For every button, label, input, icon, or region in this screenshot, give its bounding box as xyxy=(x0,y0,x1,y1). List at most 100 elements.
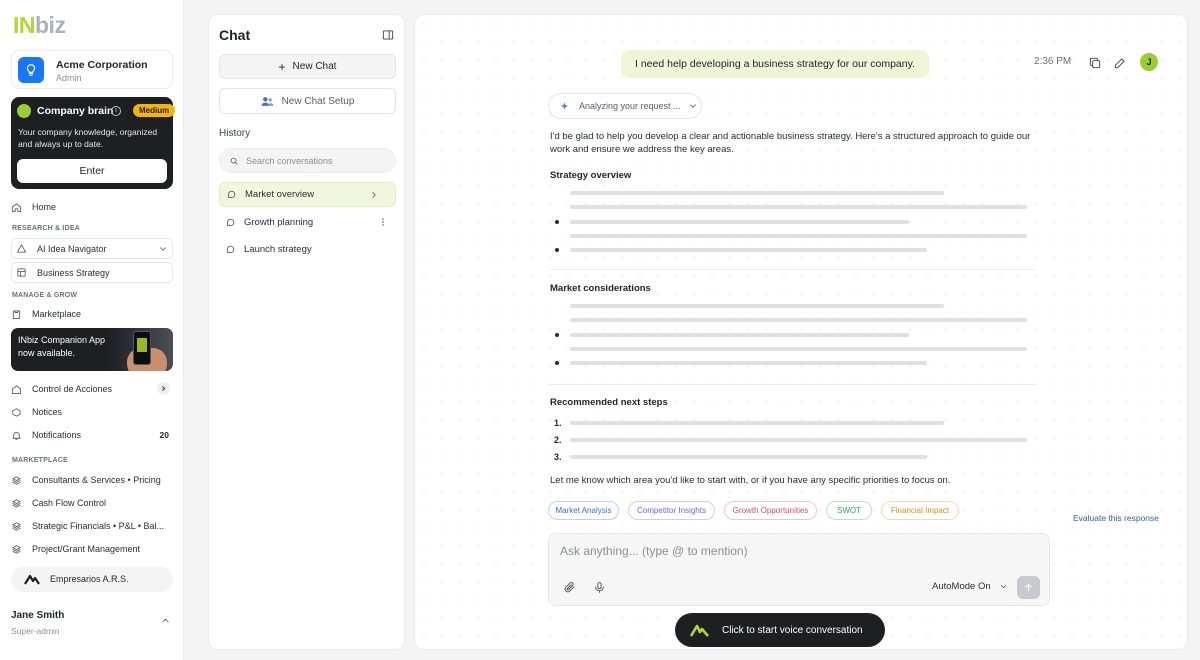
stack-icon xyxy=(12,498,21,508)
divider xyxy=(550,384,1036,385)
nav-consultants[interactable]: Consultants & Services • Pricing xyxy=(11,470,161,490)
placeholder-line xyxy=(570,205,1027,209)
automode-label: AutoMode On xyxy=(932,581,991,592)
analyzing-label: Analyzing your request ... xyxy=(579,101,681,111)
user-avatar[interactable]: J xyxy=(1140,53,1158,71)
send-button[interactable] xyxy=(1017,576,1040,599)
section-manage: MANAGE & GROW xyxy=(12,292,78,299)
suggestion-chip-market-analysis[interactable]: Market Analysis xyxy=(548,501,619,520)
suggestion-chip-growth-opportunities[interactable]: Growth Opportunities xyxy=(724,501,817,520)
copy-icon[interactable] xyxy=(1088,56,1102,70)
edit-icon[interactable] xyxy=(1113,56,1127,70)
new-chat-button[interactable]: + New Chat xyxy=(219,54,396,79)
assistant-intro: I'd be glad to help you develop a clear … xyxy=(550,131,1031,155)
user-message: I need help developing a business strate… xyxy=(621,50,929,78)
chevron-up-icon[interactable] xyxy=(160,615,171,626)
nav-control-acciones[interactable]: Control de Acciones xyxy=(11,379,173,399)
chevron-down-icon xyxy=(160,247,166,251)
placeholder-line xyxy=(570,220,909,224)
voice-label: Click to start voice conversation xyxy=(722,624,863,636)
step-number: 1. xyxy=(554,418,562,428)
assistant-outro: Let me know which area you'd like to sta… xyxy=(550,475,951,486)
nav-notifications[interactable]: Notifications 20 xyxy=(11,425,173,445)
nav-business-strategy-label: Business Strategy xyxy=(37,267,110,278)
history-item-label: Growth planning xyxy=(244,217,314,228)
section-research: RESEARCH & IDEA xyxy=(12,225,80,232)
automode-dropdown[interactable]: AutoMode On xyxy=(932,581,1008,592)
mountain-logo-icon xyxy=(24,574,40,585)
message-input[interactable] xyxy=(560,544,1020,558)
history-search[interactable] xyxy=(219,148,396,173)
chat-panel-title: Chat xyxy=(219,27,251,43)
nav-cashflow-label: Cash Flow Control xyxy=(32,498,107,508)
bell-icon xyxy=(12,431,21,440)
history-heading: History xyxy=(219,128,251,139)
user-role: Super-admin xyxy=(11,626,60,636)
users-icon xyxy=(261,96,274,106)
microphone-icon[interactable] xyxy=(593,581,606,594)
composer: AutoMode On xyxy=(548,533,1050,606)
history-item[interactable]: Launch strategy xyxy=(219,237,396,262)
search-icon xyxy=(230,157,238,165)
step-number: 3. xyxy=(554,452,562,462)
evaluate-response-link[interactable]: Evaluate this response xyxy=(1073,513,1159,523)
org-name: Acme Corporation xyxy=(56,59,148,71)
chevron-down-icon xyxy=(689,104,696,108)
more-vertical-icon[interactable] xyxy=(378,217,388,227)
bullet xyxy=(555,333,559,337)
bullet xyxy=(555,248,559,252)
sidebar: INbiz Acme Corporation Admin Company bra… xyxy=(0,0,184,660)
placeholder-line xyxy=(570,191,944,195)
placeholder-line xyxy=(570,361,927,365)
nav-project-label: Project/Grant Management xyxy=(32,544,141,554)
companion-app-banner[interactable]: INbiz Companion App now available. xyxy=(11,328,173,371)
organization-switcher[interactable]: Acme Corporation Admin xyxy=(11,50,173,89)
placeholder-line xyxy=(570,304,944,308)
nav-marketplace[interactable]: Marketplace xyxy=(11,304,81,324)
phone-illustration xyxy=(133,331,151,365)
collapse-panel-icon[interactable] xyxy=(381,28,395,42)
nav-business-strategy[interactable]: Business Strategy xyxy=(11,262,173,283)
org-role: Admin xyxy=(56,73,82,83)
nav-notices[interactable]: Notices xyxy=(11,402,62,422)
new-chat-setup-button[interactable]: New Chat Setup xyxy=(219,88,396,114)
nav-consultants-label: Consultants & Services • Pricing xyxy=(32,475,161,485)
nav-ai-idea-navigator[interactable]: AI Idea Navigator xyxy=(11,238,173,259)
nav-home-label: Home xyxy=(32,202,57,212)
suggestion-chip-financial-impact[interactable]: Financial Impact xyxy=(881,501,959,520)
nav-project-management[interactable]: Project/Grant Management xyxy=(11,539,140,559)
chat-bubble-icon xyxy=(226,245,235,253)
placeholder-line xyxy=(570,347,1027,351)
suggestion-chip-swot[interactable]: SWOT xyxy=(826,501,872,520)
chat-panel: Chat + New Chat New Chat Setup History M… xyxy=(208,14,405,650)
home-icon xyxy=(12,384,21,394)
user-name: Jane Smith xyxy=(11,610,65,621)
logo[interactable]: INbiz xyxy=(13,12,66,38)
analyzing-status[interactable]: Analyzing your request ... xyxy=(548,93,702,119)
info-icon[interactable]: i xyxy=(111,106,121,116)
section-heading: Recommended next steps xyxy=(550,397,668,408)
history-item[interactable]: Growth planning xyxy=(219,210,396,235)
nav-home[interactable]: Home xyxy=(11,197,56,217)
nav-strategic-label: Strategic Financials • P&L • Bal... xyxy=(32,521,165,531)
paperclip-icon[interactable] xyxy=(563,581,576,594)
history-item-label: Launch strategy xyxy=(244,244,312,255)
nav-cashflow[interactable]: Cash Flow Control xyxy=(11,493,106,513)
chevron-right-icon xyxy=(157,382,170,395)
companion-text: INbiz Companion App now available. xyxy=(18,335,106,358)
brain-title: Company brain xyxy=(37,105,114,117)
voice-conversation-button[interactable]: Click to start voice conversation xyxy=(675,613,885,647)
chevron-down-icon xyxy=(1000,585,1006,588)
grid-icon xyxy=(17,268,26,277)
empresarios-button[interactable]: Empresarios A.R.S. xyxy=(11,566,173,592)
suggestion-chip-competitor-insights[interactable]: Competitor Insights xyxy=(628,501,715,520)
enter-brain-button[interactable]: Enter xyxy=(17,159,167,183)
arrow-up-icon xyxy=(1025,583,1032,592)
search-input[interactable] xyxy=(246,155,386,166)
new-chat-label: New Chat xyxy=(292,61,337,72)
history-item[interactable]: Market overview xyxy=(219,182,396,207)
nav-strategic-financials[interactable]: Strategic Financials • P&L • Bal... xyxy=(11,516,164,536)
placeholder-line xyxy=(570,234,1027,238)
message-time: 2:36 PM xyxy=(1034,56,1072,67)
triangle-icon xyxy=(17,244,26,253)
